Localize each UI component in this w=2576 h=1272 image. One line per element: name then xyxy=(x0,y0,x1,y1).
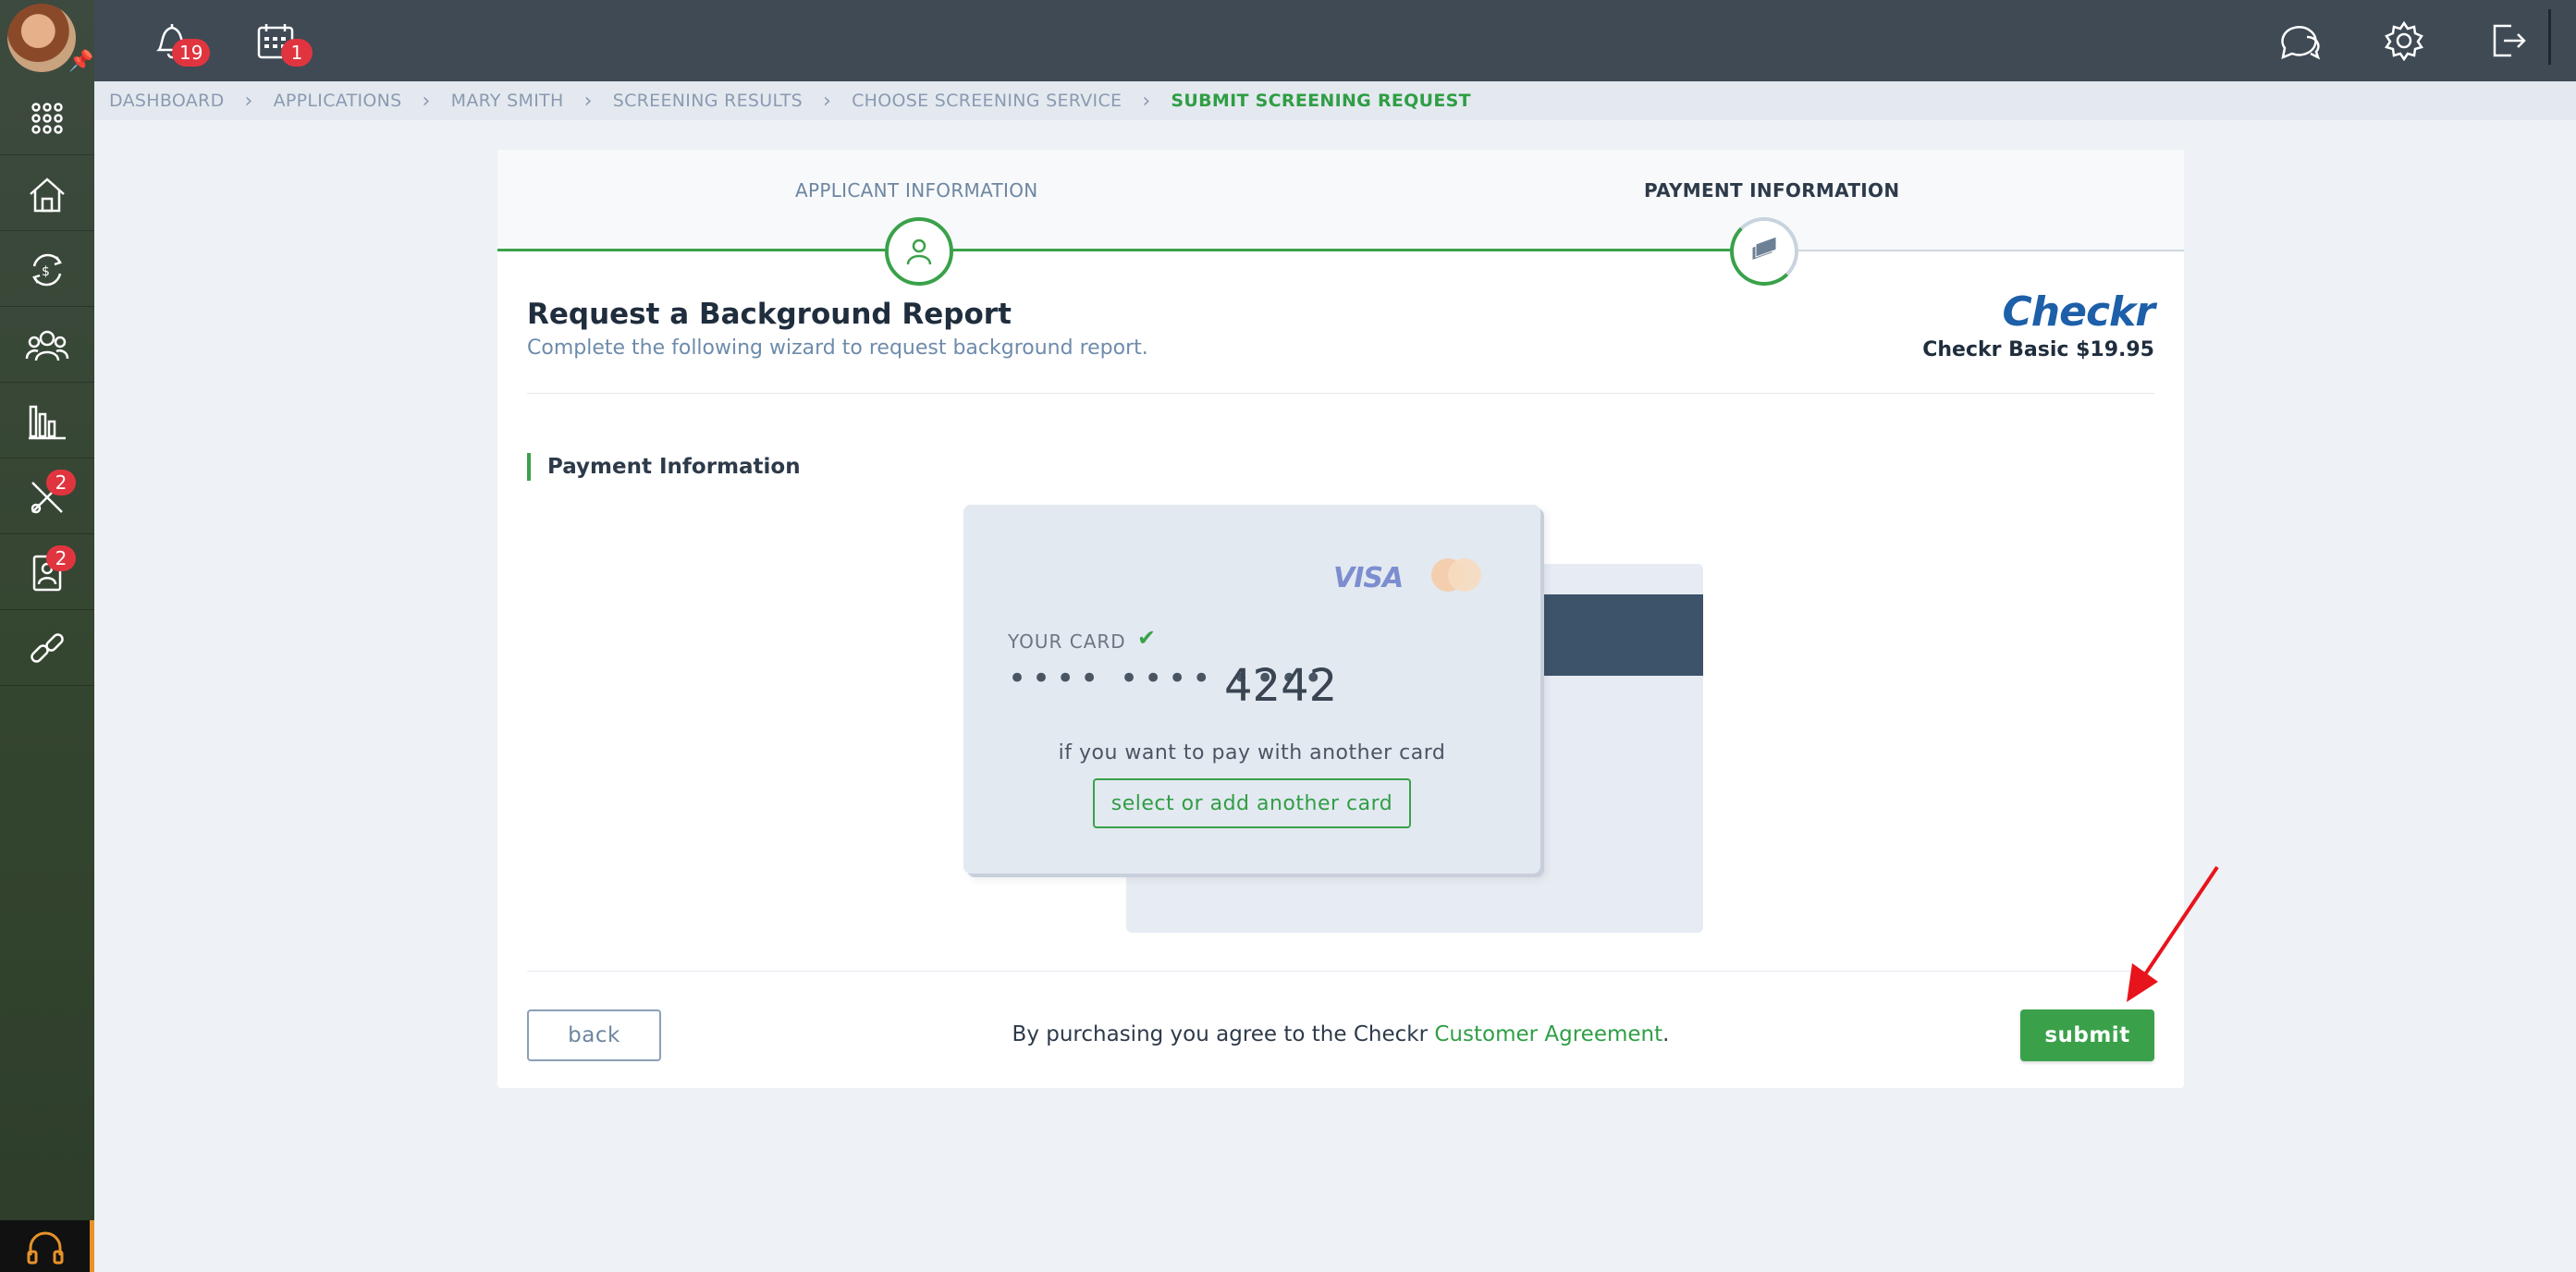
customer-agreement-link[interactable]: Customer Agreement xyxy=(1434,1022,1662,1046)
headset-icon xyxy=(27,1231,63,1265)
page-subtitle: Complete the following wizard to request… xyxy=(527,336,1148,360)
checkr-logo: Checkr xyxy=(2002,288,2155,336)
step-applicant-circle[interactable] xyxy=(885,217,953,286)
wizard-steps: APPLICANT INFORMATION PAYMENT INFORMATIO… xyxy=(497,150,2184,251)
breadcrumb-choose-service[interactable]: CHOOSE SCREENING SERVICE xyxy=(852,91,1122,111)
applicants-badge: 2 xyxy=(46,545,76,571)
wizard-panel: APPLICANT INFORMATION PAYMENT INFORMATIO… xyxy=(497,150,2184,1088)
breadcrumb: DASHBOARD › APPLICATIONS › MARY SMITH › … xyxy=(94,81,2576,120)
agreement-text: By purchasing you agree to the Checkr Cu… xyxy=(497,1022,2184,1046)
divider xyxy=(527,971,2154,972)
top-bar: 19 1 xyxy=(94,0,2576,81)
breadcrumb-dashboard[interactable]: DASHBOARD xyxy=(109,91,225,111)
calendar-badge: 1 xyxy=(281,39,313,67)
accounting-icon: $ xyxy=(32,253,62,286)
people-icon xyxy=(25,330,69,361)
sidebar-item-reports[interactable] xyxy=(0,385,94,459)
apps-grid-icon xyxy=(31,102,63,134)
pin-icon[interactable]: 📌 xyxy=(68,50,93,73)
checkmark-icon: ✔ xyxy=(1137,625,1157,651)
plan-price: Checkr Basic $19.95 xyxy=(1922,338,2154,361)
another-card-text: if you want to pay with another card xyxy=(1058,741,1446,764)
notifications-badge: 19 xyxy=(172,39,211,67)
chat-bubble-icon xyxy=(2281,26,2321,60)
your-card-label: YOUR CARD xyxy=(1008,630,1126,653)
agreement-prefix: By purchasing you agree to the Checkr xyxy=(1012,1022,1435,1046)
chevron-right-icon: › xyxy=(422,89,431,113)
page-title: Request a Background Report xyxy=(527,298,1012,331)
select-another-card-button[interactable]: select or add another card xyxy=(1093,778,1411,828)
wizard-progress-bar xyxy=(497,249,1760,251)
sidebar-item-maintenance[interactable]: 2 xyxy=(0,460,94,534)
agreement-suffix: . xyxy=(1662,1022,1670,1046)
logout-button[interactable] xyxy=(2480,13,2535,68)
sidebar-item-people[interactable] xyxy=(0,309,94,383)
credit-card: VISA YOUR CARD ✔ •••• •••• •••• 4242 if … xyxy=(963,505,1540,874)
user-icon xyxy=(906,238,932,265)
step-payment-circle[interactable] xyxy=(1730,217,1798,286)
chevron-right-icon: › xyxy=(823,89,832,113)
step-applicant-label[interactable]: APPLICANT INFORMATION xyxy=(795,179,1038,202)
step-payment-label[interactable]: PAYMENT INFORMATION xyxy=(1644,179,1899,202)
mastercard-icon xyxy=(1431,558,1481,592)
user-avatar[interactable] xyxy=(7,4,76,72)
svg-text:$: $ xyxy=(42,264,50,279)
maintenance-badge: 2 xyxy=(46,470,76,495)
topbar-divider xyxy=(2548,9,2551,65)
money-icon xyxy=(1751,236,1777,262)
settings-button[interactable] xyxy=(2376,13,2432,68)
chevron-right-icon: › xyxy=(583,89,593,113)
chevron-right-icon: › xyxy=(244,89,253,113)
annotation-arrow-icon xyxy=(2127,865,2219,1002)
properties-icon xyxy=(30,177,65,212)
sidebar-item-apps[interactable] xyxy=(0,81,94,155)
breadcrumb-applicant[interactable]: MARY SMITH xyxy=(451,91,564,111)
breadcrumb-current: SUBMIT SCREENING REQUEST xyxy=(1171,91,1471,111)
visa-logo: VISA xyxy=(1333,562,1404,594)
notifications-button[interactable]: 19 xyxy=(144,13,211,68)
reports-icon xyxy=(29,405,66,439)
sidebar-item-accounting[interactable]: $ xyxy=(0,233,94,307)
sidebar-item-applicants[interactable]: 2 xyxy=(0,536,94,610)
messages-button[interactable] xyxy=(2273,13,2328,68)
submit-button[interactable]: submit xyxy=(2020,1009,2154,1061)
links-icon xyxy=(31,632,64,663)
support-button[interactable] xyxy=(0,1220,94,1272)
breadcrumb-applications[interactable]: APPLICATIONS xyxy=(274,91,402,111)
gear-icon xyxy=(2385,20,2423,61)
sidebar-item-properties[interactable] xyxy=(0,157,94,231)
sidebar-item-links[interactable] xyxy=(0,612,94,686)
divider xyxy=(527,393,2154,394)
calendar-button[interactable]: 1 xyxy=(248,13,313,68)
chevron-right-icon: › xyxy=(1142,89,1151,113)
section-title: Payment Information xyxy=(527,453,801,481)
breadcrumb-screening-results[interactable]: SCREENING RESULTS xyxy=(613,91,803,111)
logout-icon xyxy=(2493,24,2526,57)
sidebar: 📌 $ 2 2 xyxy=(0,0,94,1272)
card-last-four: 4242 xyxy=(1224,660,1338,712)
